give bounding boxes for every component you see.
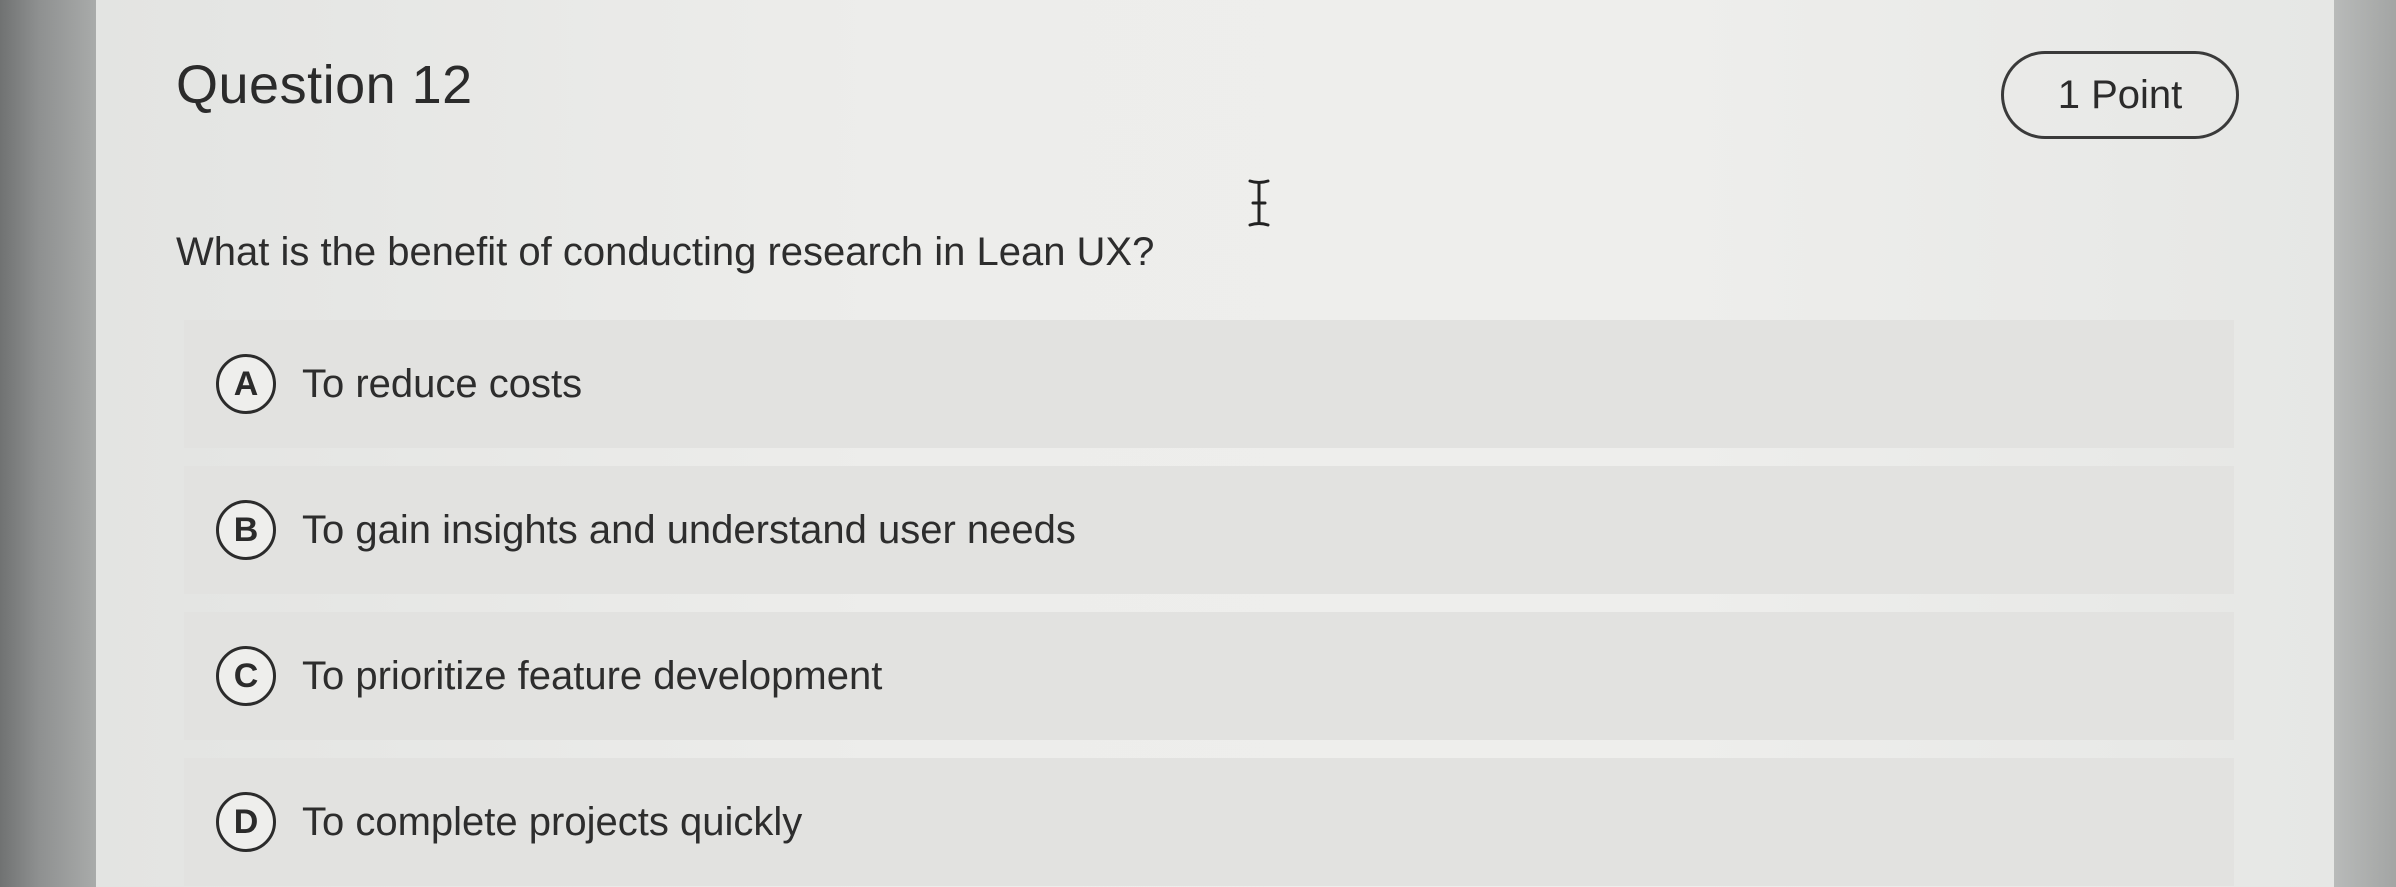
option-d-text: To complete projects quickly (302, 799, 803, 844)
points-badge: 1 Point (2001, 51, 2239, 139)
question-prompt: What is the benefit of conducting resear… (176, 230, 1155, 274)
option-c-letter: C (216, 646, 276, 706)
option-c[interactable]: C To prioritize feature development (184, 612, 2234, 740)
option-b-text: To gain insights and understand user nee… (302, 507, 1076, 552)
option-b[interactable]: B To gain insights and understand user n… (184, 466, 2234, 594)
option-b-letter: B (216, 500, 276, 560)
option-d-letter: D (216, 792, 276, 852)
option-a[interactable]: A To reduce costs (184, 320, 2234, 448)
answer-options: A To reduce costs B To gain insights and… (184, 320, 2234, 886)
text-cursor-icon (1248, 179, 1270, 227)
option-c-text: To prioritize feature development (302, 653, 883, 698)
screen-bezel-left (0, 0, 96, 887)
option-d[interactable]: D To complete projects quickly (184, 758, 2234, 886)
quiz-screen: Question 12 1 Point What is the benefit … (96, 0, 2334, 887)
option-a-letter: A (216, 354, 276, 414)
question-title: Question 12 (176, 55, 473, 115)
screen-bezel-right (2334, 0, 2396, 887)
option-a-text: To reduce costs (302, 361, 583, 406)
